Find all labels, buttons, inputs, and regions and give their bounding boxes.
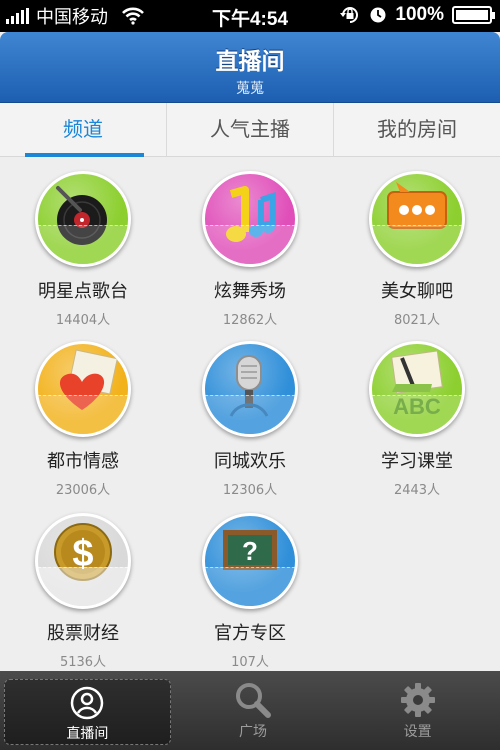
channel-name: 炫舞秀场 <box>214 281 286 302</box>
segment-tabs: 频道 人气主播 我的房间 <box>0 103 500 157</box>
svg-text:?: ? <box>242 536 258 566</box>
channel-name: 明星点歌台 <box>38 281 128 302</box>
channel-item-official-zone[interactable]: ? 官方专区 107人 <box>167 513 333 670</box>
channel-grid: 明星点歌台 14404人 炫舞秀场 12862人 美女聊吧 8021人 都市情感… <box>0 157 500 671</box>
battery-icon <box>452 6 495 24</box>
tabbar-label: 广场 <box>239 724 267 740</box>
channel-item-city-fun[interactable]: 同城欢乐 12306人 <box>167 341 333 498</box>
channel-name: 官方专区 <box>214 623 286 644</box>
channel-name: 同城欢乐 <box>214 451 286 472</box>
abc-notebook-icon: ABC <box>369 341 465 437</box>
channel-item-stock-finance[interactable]: $ 股票财经 5136人 <box>0 513 166 670</box>
page-title: 直播间 <box>215 49 285 75</box>
question-board-icon: ? <box>202 513 298 609</box>
nav-header: 直播间 蒐蒐 <box>0 32 500 103</box>
battery-fill <box>456 10 488 20</box>
music-note-icon <box>202 171 298 267</box>
channel-name: 股票财经 <box>47 623 119 644</box>
channel-item-star-song[interactable]: 明星点歌台 14404人 <box>0 171 166 328</box>
channel-count: 8021人 <box>393 313 441 328</box>
rotation-lock-icon <box>340 7 359 23</box>
channel-name: 学习课堂 <box>381 451 453 472</box>
channel-count: 107人 <box>231 655 269 670</box>
gear-icon <box>400 683 435 717</box>
tab-channels[interactable]: 频道 <box>0 103 166 157</box>
tabbar-item-plaza[interactable]: 广场 <box>171 671 336 750</box>
channel-count: 2443人 <box>393 483 441 498</box>
dollar-coin-icon: $ <box>35 513 131 609</box>
channel-count: 5136人 <box>59 655 107 670</box>
search-icon <box>236 683 271 718</box>
tab-popular-hosts[interactable]: 人气主播 <box>166 103 333 156</box>
person-icon <box>71 686 104 720</box>
tabbar-label: 设置 <box>403 724 432 740</box>
channel-item-urban-emotion[interactable]: 都市情感 23006人 <box>0 341 166 498</box>
vinyl-record-icon <box>35 171 131 267</box>
channel-count: 12306人 <box>222 483 278 498</box>
battery-percentage: 100% <box>395 4 444 25</box>
channel-name: 美女聊吧 <box>381 281 453 302</box>
tabbar-item-settings[interactable]: 设置 <box>335 671 500 750</box>
heart-letter-icon <box>35 341 131 437</box>
channel-count: 12862人 <box>222 313 278 328</box>
tabbar-label: 直播间 <box>66 726 109 742</box>
channel-name: 都市情感 <box>47 451 119 472</box>
page-subtitle: 蒐蒐 <box>236 81 264 97</box>
tabbar-item-live-room[interactable]: 直播间 <box>4 679 171 745</box>
bottom-tab-bar: 直播间 广场 设置 <box>0 671 500 750</box>
tab-my-rooms[interactable]: 我的房间 <box>333 103 500 156</box>
channel-item-dance-show[interactable]: 炫舞秀场 12862人 <box>167 171 333 328</box>
channel-item-study-class[interactable]: ABC 学习课堂 2443人 <box>334 341 500 498</box>
channel-count: 14404人 <box>55 313 111 328</box>
status-bar: 中国移动 下午4:54 100% <box>0 0 500 32</box>
channel-item-beauty-chat[interactable]: 美女聊吧 8021人 <box>334 171 500 328</box>
microphone-icon <box>202 341 298 437</box>
channel-count: 23006人 <box>55 483 111 498</box>
alarm-clock-icon <box>370 7 386 23</box>
chat-bubble-icon <box>369 171 465 267</box>
